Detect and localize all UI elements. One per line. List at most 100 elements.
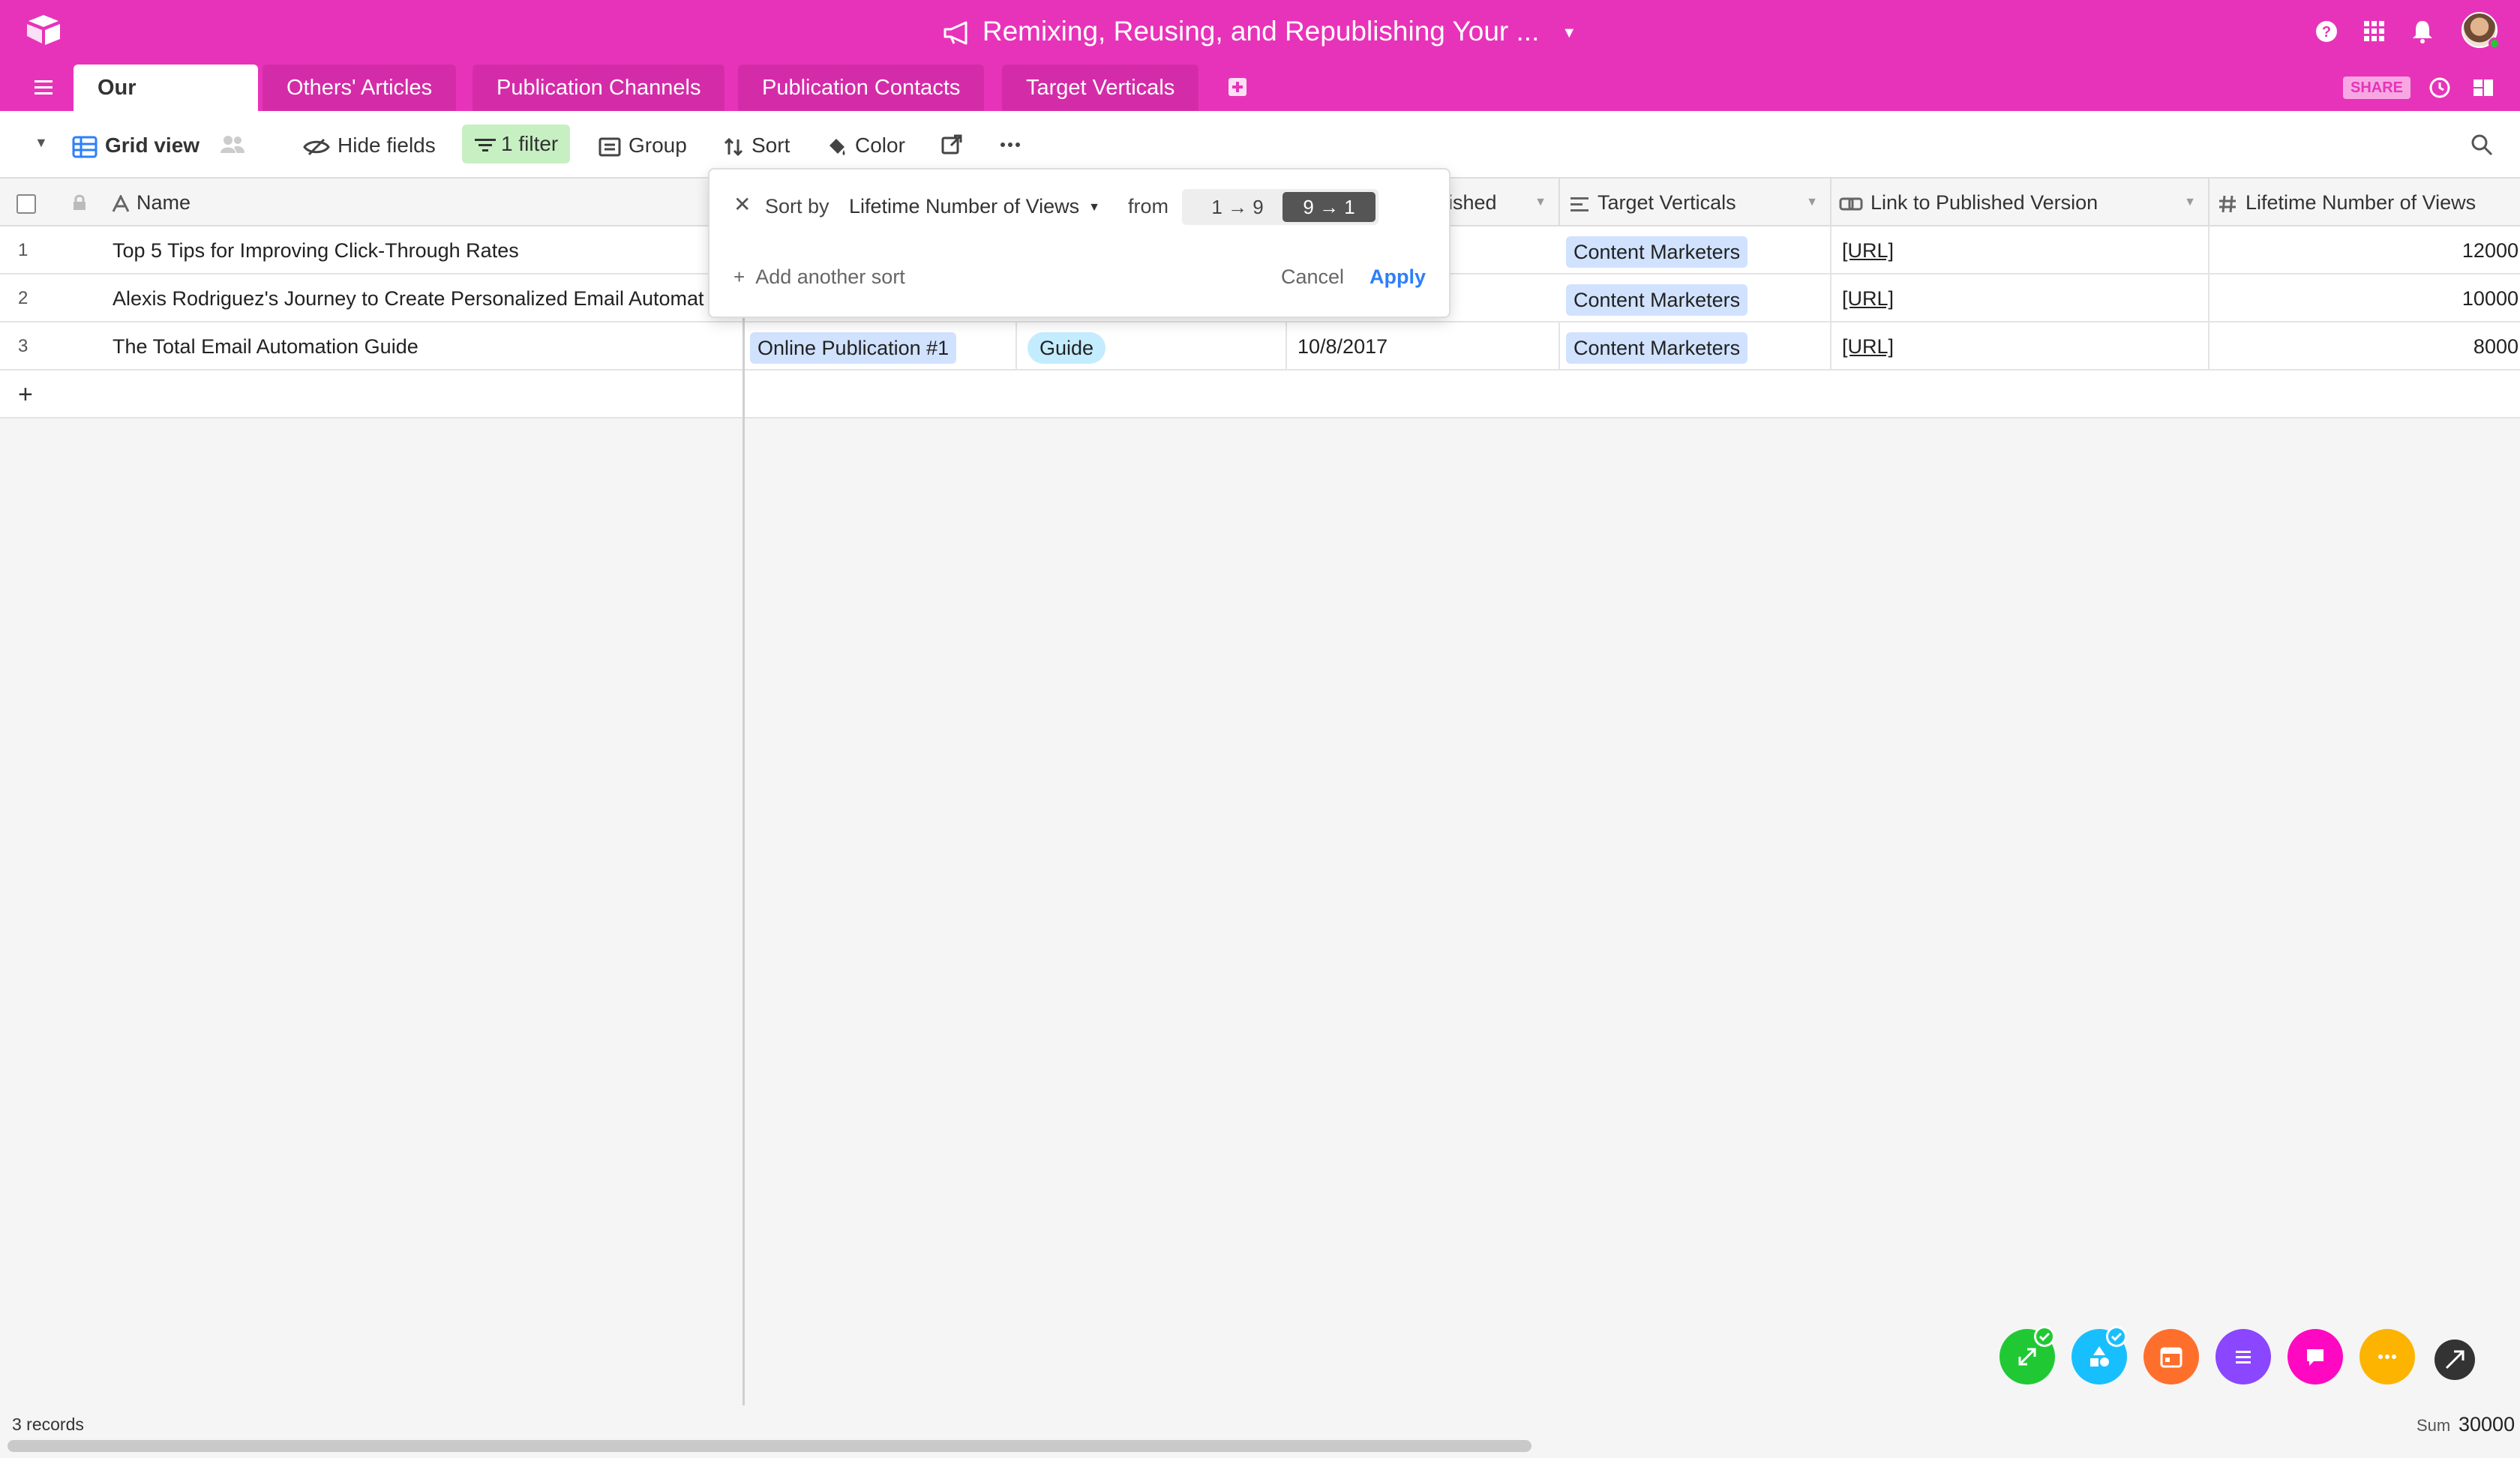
column-header-name[interactable]: Name (105, 178, 744, 226)
tab-label: Others' Articles (286, 76, 433, 100)
table-row[interactable]: 3 The Total Email Automation Guide Onlin… (0, 322, 2520, 370)
apply-button[interactable]: Apply (1370, 266, 1426, 289)
view-name: Grid view (105, 134, 200, 157)
group-button[interactable]: Group (598, 130, 687, 160)
remove-sort-icon[interactable]: ✕ (734, 192, 751, 217)
hide-fields-button[interactable]: Hide fields (303, 130, 436, 160)
row-number: 2 (18, 288, 28, 308)
view-bar: ▼ Grid view Hide fields 1 filter Group S… (0, 111, 2520, 178)
sort-icon (724, 137, 743, 156)
cell-name[interactable]: The Total Email Automation Guide (102, 322, 744, 370)
published-link[interactable]: [URL] (1842, 239, 1894, 262)
cell-target-vertical[interactable]: Content Marketers (1560, 226, 1832, 274)
cell-channel[interactable]: Online Publication #1 (744, 322, 1017, 370)
cell-name[interactable]: Top 5 Tips for Improving Click-Through R… (102, 226, 744, 274)
frozen-column-divider[interactable] (742, 178, 745, 1458)
app-bubble-orange[interactable] (2144, 1329, 2199, 1384)
record-count: 3 records (12, 1414, 84, 1434)
cell-type[interactable]: Guide (1017, 322, 1287, 370)
tab-label: Publication Channels (496, 76, 701, 100)
apps-grid-icon[interactable] (2361, 18, 2388, 45)
chevron-down-icon[interactable]: ▼ (1562, 15, 1576, 51)
search-icon[interactable] (2469, 132, 2494, 158)
lock-icon (74, 194, 86, 210)
cell-link[interactable]: [URL] (1832, 226, 2210, 274)
column-header-link[interactable]: Link to Published Version ▼ (1832, 178, 2210, 226)
column-header-views[interactable]: Lifetime Number of Views (2210, 178, 2520, 226)
add-another-sort-button[interactable]: + Add another sort (734, 266, 905, 289)
tab-publication-channels[interactable]: Publication Channels (472, 64, 725, 111)
share-view-icon[interactable] (940, 134, 963, 156)
plus-icon: + (734, 266, 746, 288)
expand-icon (2018, 1348, 2036, 1366)
channel-tag: Online Publication #1 (750, 332, 957, 364)
add-record-row[interactable]: + (0, 370, 2520, 418)
sort-field-value: Lifetime Number of Views (849, 195, 1080, 218)
published-link[interactable]: [URL] (1842, 287, 1894, 310)
help-icon[interactable]: ? (2313, 18, 2340, 45)
chevron-down-icon[interactable]: ▼ (2184, 178, 2196, 226)
tab-publication-contacts[interactable]: Publication Contacts (738, 64, 985, 111)
cell-views[interactable]: 8000 (2210, 322, 2520, 370)
hide-fields-icon (303, 138, 330, 155)
column-header-label: Lifetime Number of Views (2246, 191, 2476, 214)
panel-icon[interactable] (2470, 75, 2496, 100)
chevron-down-icon[interactable]: ▼ (1534, 178, 1546, 226)
table-tab-bar: Our Articles▼ Others' Articles Publicati… (0, 63, 2520, 146)
grid-view-icon (72, 136, 98, 158)
tab-others-articles[interactable]: Others' Articles (262, 64, 457, 111)
view-menu-toggle-icon[interactable]: ▼ (34, 135, 48, 151)
add-record-icon[interactable]: + (18, 382, 33, 407)
cell-target-vertical[interactable]: Content Marketers (1560, 322, 1832, 370)
text-field-icon (112, 194, 130, 212)
share-button[interactable]: SHARE (2343, 76, 2411, 99)
history-icon[interactable] (2427, 75, 2452, 100)
tab-label: Publication Contacts (762, 76, 961, 100)
app-bubble-yellow[interactable] (2360, 1329, 2415, 1384)
row-number: 1 (18, 240, 28, 260)
add-table-icon[interactable] (1227, 76, 1248, 98)
cell-views[interactable]: 10000 (2210, 274, 2520, 322)
color-button[interactable]: Color (826, 130, 905, 160)
base-title[interactable]: Remixing, Reusing, and Republishing Your… (0, 14, 2520, 50)
sort-descending-option[interactable]: 9 → 1 (1282, 192, 1376, 222)
horizontal-scrollbar[interactable] (8, 1440, 1532, 1452)
column-header-label: Link to Published Version (1870, 191, 2098, 214)
chevron-down-icon[interactable]: ▼ (1806, 178, 1818, 226)
cell-target-vertical[interactable]: Content Marketers (1560, 274, 1832, 322)
from-label: from (1128, 195, 1168, 218)
sort-direction-toggle: 1 → 9 9 → 1 (1182, 189, 1378, 225)
filter-button[interactable]: 1 filter (462, 124, 571, 164)
select-all-checkbox[interactable] (16, 194, 36, 214)
link-icon (1839, 197, 1863, 211)
published-link[interactable]: [URL] (1842, 335, 1894, 358)
column-header-target-verticals[interactable]: Target Verticals ▼ (1560, 178, 1832, 226)
blocks-icon (2090, 1346, 2109, 1366)
tab-our-articles[interactable]: Our Articles▼ (74, 64, 258, 146)
cancel-button[interactable]: Cancel (1281, 266, 1344, 289)
cell-link[interactable]: [URL] (1832, 274, 2210, 322)
cell-link[interactable]: [URL] (1832, 322, 2210, 370)
tab-target-verticals[interactable]: Target Verticals (1002, 64, 1199, 111)
sum-label[interactable]: Sum (2416, 1416, 2450, 1436)
app-bubble-purple[interactable] (2216, 1329, 2271, 1384)
sort-ascending-option[interactable]: 1 → 9 (1191, 192, 1284, 222)
cell-date[interactable]: 10/8/2017 (1287, 322, 1560, 370)
sort-button[interactable]: Sort (723, 130, 790, 160)
collapse-icon (2445, 1350, 2464, 1370)
collapse-apps-button[interactable] (2434, 1340, 2475, 1380)
view-switcher[interactable]: Grid view (72, 130, 200, 160)
megaphone-icon (944, 21, 968, 45)
bell-icon[interactable] (2409, 18, 2436, 45)
hamburger-menu-icon[interactable] (30, 78, 57, 98)
vertical-tag: Content Marketers (1566, 284, 1748, 316)
grid: Name blished ▼ Target Verticals ▼ Link t… (0, 178, 2520, 1406)
cell-name[interactable]: Alexis Rodriguez's Journey to Create Per… (102, 274, 744, 322)
cell-views[interactable]: 12000 (2210, 226, 2520, 274)
comment-icon (2307, 1349, 2324, 1366)
sort-field-select[interactable]: Lifetime Number of Views ▼ (849, 195, 1100, 218)
app-bubble-pink[interactable] (2288, 1329, 2343, 1384)
list-icon (2236, 1351, 2251, 1364)
check-badge-icon (2106, 1326, 2127, 1347)
more-options-icon[interactable] (999, 141, 1022, 148)
